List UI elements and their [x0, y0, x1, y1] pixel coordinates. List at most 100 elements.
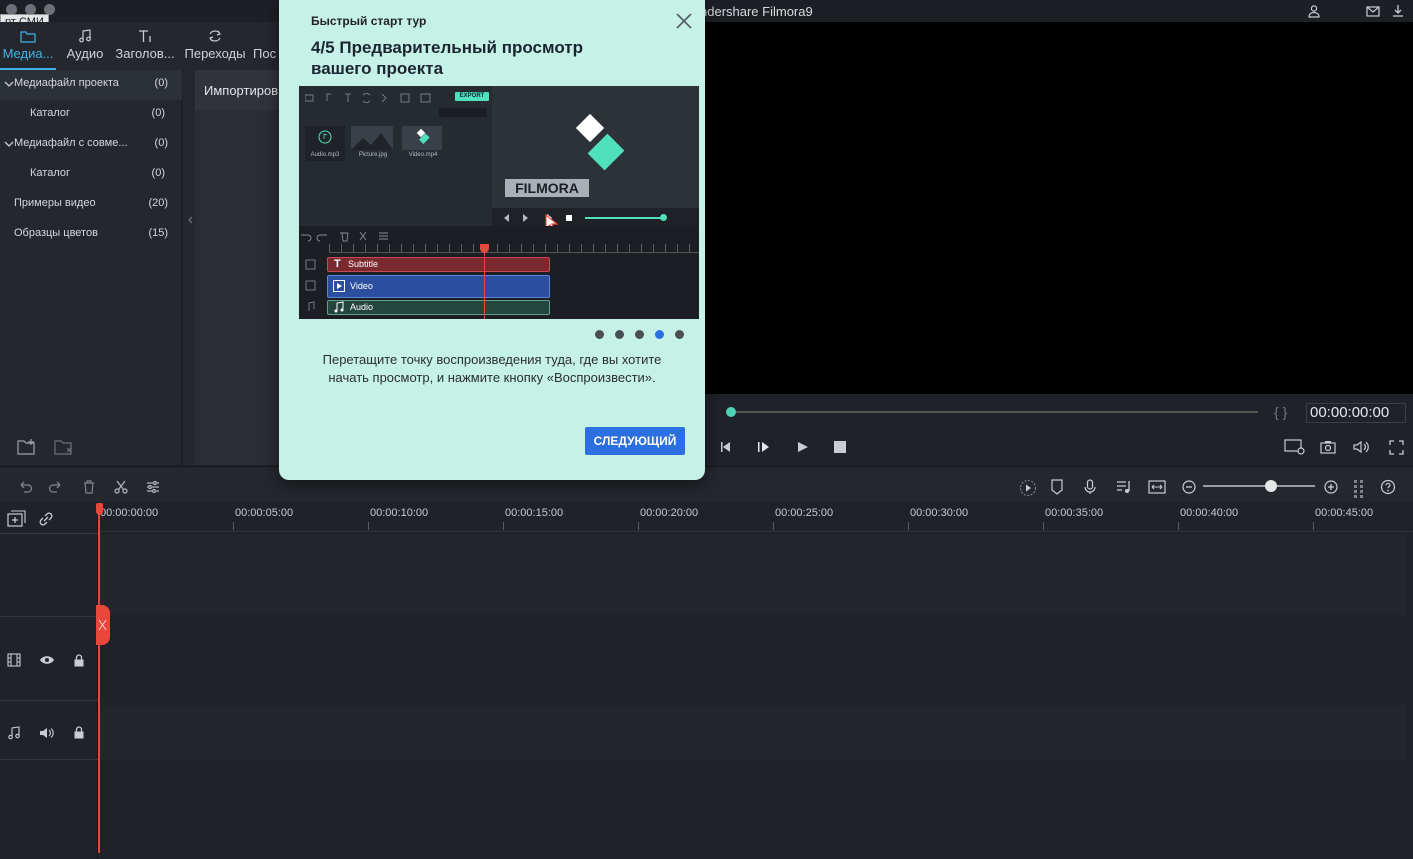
audio-track[interactable] — [98, 705, 1406, 760]
library-item-project-media[interactable]: Медиафайл проекта (0) — [0, 70, 182, 100]
fullscreen-icon[interactable] — [1389, 440, 1404, 455]
audio-track-icon — [7, 726, 21, 740]
tab-audio[interactable]: Аудио — [60, 26, 110, 70]
close-icon[interactable] — [675, 12, 693, 30]
mini-track-subtitle: Subtitle — [327, 257, 550, 272]
render-icon[interactable] — [1019, 479, 1037, 497]
transition-icon — [207, 28, 223, 44]
ruler-tick — [233, 522, 234, 530]
tab-transitions[interactable]: Переходы — [181, 26, 249, 70]
adjust-icon[interactable] — [145, 479, 161, 495]
ruler-time-label: 00:00:45:00 — [1315, 507, 1374, 519]
mini-track-audio: Audio — [327, 300, 550, 315]
tour-kicker: Быстрый старт тур — [311, 14, 427, 28]
previous-frame-icon[interactable] — [719, 440, 733, 454]
tab-effects[interactable]: Пос — [253, 26, 280, 70]
eye-icon[interactable] — [39, 654, 55, 666]
play-icon[interactable] — [796, 440, 810, 454]
marker-icon[interactable] — [1050, 479, 1066, 495]
ruler-tick — [368, 522, 369, 530]
ruler-time-label: 00:00:35:00 — [1045, 507, 1104, 519]
speaker-icon[interactable] — [39, 727, 55, 739]
mini-player-icons — [503, 213, 583, 223]
ruler-time-label: 00:00:05:00 — [235, 507, 294, 519]
tour-illustration: EXPORT Audio.mp3 Picture.jpg Video.mp4 F… — [299, 86, 699, 319]
folder-icon — [20, 28, 36, 44]
ruler-time-label: 00:00:40:00 — [1180, 507, 1239, 519]
volume-icon[interactable] — [1353, 440, 1371, 454]
zoom-out-icon[interactable] — [1181, 479, 1197, 495]
fit-timeline-icon[interactable] — [1148, 479, 1166, 495]
mini-track-video: Video — [327, 275, 550, 298]
ruler-time-label: 00:00:15:00 — [505, 507, 564, 519]
render-preview-icon[interactable] — [1284, 439, 1306, 455]
step-dot-5[interactable] — [675, 330, 684, 339]
step-dot-1[interactable] — [595, 330, 604, 339]
tour-description: Перетащите точку воспроизведения туда, г… — [322, 352, 662, 385]
tab-titles[interactable]: Заголов... — [113, 26, 177, 70]
import-button[interactable]: Импортиров — [204, 83, 278, 98]
panel-collapse-handle[interactable] — [183, 70, 195, 465]
download-icon[interactable] — [1391, 4, 1405, 18]
chevron-down-icon[interactable] — [4, 137, 14, 149]
scrub-handle[interactable] — [726, 407, 736, 417]
ruler-time-label: 00:00:10:00 — [370, 507, 429, 519]
tour-title: 4/5 Предварительный просмотр вашего прое… — [311, 38, 583, 78]
tab-media[interactable]: Медиа... — [0, 26, 56, 70]
music-note-icon — [334, 301, 344, 313]
next-button[interactable]: СЛЕДУЮЩИЙ — [585, 427, 685, 455]
link-icon[interactable] — [37, 510, 55, 528]
step-dot-2[interactable] — [615, 330, 624, 339]
lock-icon[interactable] — [73, 726, 85, 739]
ruler-time-label: 00:00:30:00 — [910, 507, 969, 519]
mini-track-icons — [305, 259, 317, 313]
step-dot-4-active[interactable] — [655, 330, 664, 339]
delete-folder-icon[interactable] — [54, 438, 74, 456]
library-item-shared-media[interactable]: Медиафайл с совме... (0) — [0, 130, 182, 160]
export-badge: EXPORT — [455, 92, 489, 101]
playhead-marker[interactable] — [96, 503, 103, 515]
library-item-folder[interactable]: Каталог (0) — [0, 160, 182, 190]
video-track[interactable] — [98, 535, 1406, 615]
chevron-down-icon[interactable] — [4, 77, 14, 89]
undo-icon[interactable] — [17, 479, 33, 495]
play-frame-icon[interactable] — [757, 440, 771, 454]
library-item-sample-videos[interactable]: Примеры видео (20) — [0, 190, 182, 220]
playhead-line[interactable] — [98, 505, 100, 853]
microphone-icon[interactable] — [1083, 479, 1099, 495]
user-icon[interactable] — [1307, 4, 1321, 18]
mini-edit-icons — [299, 230, 399, 242]
mail-icon[interactable] — [1366, 4, 1380, 18]
timeline-ruler[interactable]: 00:00:00:00 00:00:05:00 00:00:10:00 00:00:1… — [98, 502, 1413, 532]
step-dot-3[interactable] — [635, 330, 644, 339]
library-item-folder[interactable]: Каталог (0) — [0, 100, 182, 130]
stop-icon[interactable] — [834, 441, 846, 453]
zoom-slider-handle[interactable] — [1265, 480, 1277, 492]
trash-icon[interactable] — [81, 479, 97, 495]
add-track-icon[interactable] — [7, 510, 27, 528]
in-out-markers[interactable]: { } — [1274, 404, 1287, 420]
ruler-time-label: 00:00:20:00 — [640, 507, 699, 519]
help-icon[interactable] — [1380, 479, 1396, 495]
text-t-icon: T — [334, 258, 341, 270]
scrub-bar[interactable] — [730, 411, 1258, 413]
media-grid — [195, 70, 280, 465]
snapshot-icon[interactable] — [1320, 440, 1336, 454]
zoom-in-icon[interactable] — [1323, 479, 1339, 495]
ruler-tick — [503, 522, 504, 530]
track-headers — [0, 502, 98, 859]
new-folder-icon[interactable] — [17, 438, 37, 456]
timeline-toolbar — [0, 466, 1413, 502]
ruler-tick — [638, 522, 639, 530]
ruler-tick — [1178, 522, 1179, 530]
audio-mixer-icon[interactable] — [1116, 479, 1132, 495]
grid-handle-icon[interactable] — [1353, 479, 1369, 498]
redo-icon[interactable] — [48, 479, 64, 495]
library-item-sample-colors[interactable]: Образцы цветов (15) — [0, 220, 182, 250]
zoom-slider[interactable] — [1203, 485, 1315, 487]
scissors-icon[interactable] — [113, 479, 129, 495]
preview-screen — [705, 22, 1413, 394]
ruler-tick — [773, 522, 774, 530]
lock-icon[interactable] — [73, 654, 85, 667]
playhead-scissors-handle[interactable] — [96, 605, 110, 645]
